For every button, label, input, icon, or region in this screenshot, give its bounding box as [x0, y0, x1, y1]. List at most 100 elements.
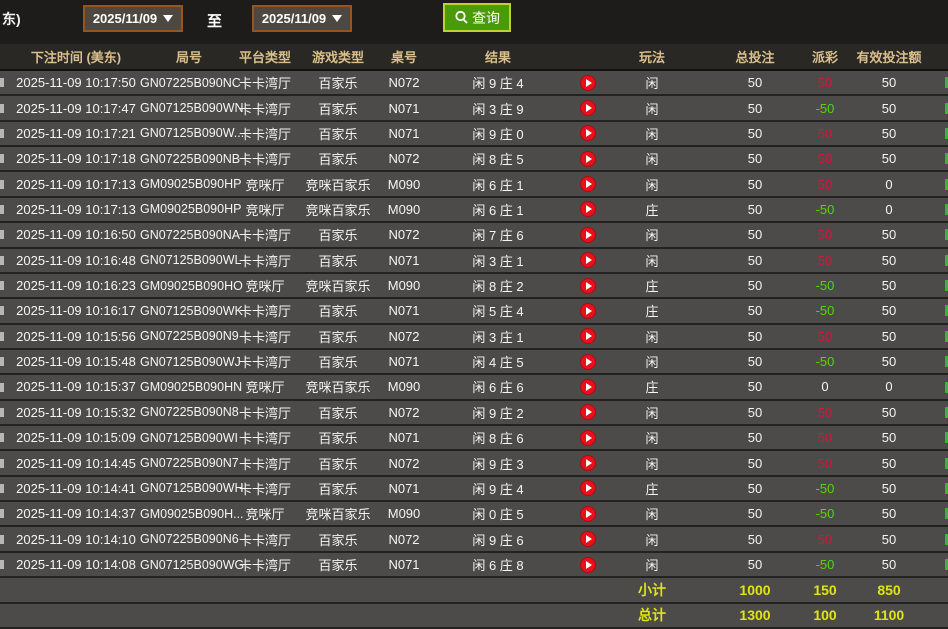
- cell-platform: 卡卡湾厅: [238, 431, 291, 447]
- table-row: 2025-11-09 10:17:47 GN07125B090WN 卡卡湾厅 百…: [0, 96, 948, 122]
- cell-total-bet: 50: [747, 328, 763, 344]
- table-row: 2025-11-09 10:17:50 GN07225B090NC 卡卡湾厅 百…: [0, 70, 948, 97]
- cell-platform: 竞咪厅: [245, 279, 285, 295]
- play-video-icon[interactable]: [580, 429, 596, 446]
- right-edge-link-fragment[interactable]: [938, 527, 948, 552]
- header-play-type: 玩法: [638, 50, 665, 65]
- total-label: 总计: [638, 607, 666, 624]
- play-video-icon[interactable]: [580, 505, 596, 522]
- play-video-icon[interactable]: [580, 277, 596, 294]
- cell-payout: 50: [817, 176, 833, 192]
- left-edge-fragment: [0, 248, 12, 273]
- query-button-label: 查询: [472, 9, 500, 26]
- play-video-icon[interactable]: [580, 531, 596, 548]
- right-edge-link-fragment[interactable]: [938, 273, 948, 298]
- left-edge-fragment: [0, 70, 12, 95]
- left-edge-fragment: [0, 222, 12, 247]
- table-row: 2025-11-09 10:17:21 GN07125B090W... 卡卡湾厅…: [0, 121, 948, 148]
- left-edge-fragment: [0, 96, 12, 121]
- play-video-icon[interactable]: [580, 252, 596, 269]
- play-video-icon[interactable]: [580, 302, 596, 319]
- date-from-picker[interactable]: 2025/11/09: [83, 5, 183, 32]
- right-edge-link-fragment[interactable]: [938, 70, 948, 95]
- right-edge-link-fragment[interactable]: [938, 501, 948, 526]
- cell-game-type: 百家乐: [318, 126, 358, 142]
- cell-result: 闲 0 庄 5: [472, 507, 524, 523]
- right-edge-link-fragment[interactable]: [938, 451, 948, 476]
- play-video-icon[interactable]: [580, 150, 596, 167]
- cell-round-id: GN07125B090WL: [140, 253, 242, 268]
- cell-result: 闲 6 庄 1: [472, 177, 524, 193]
- cell-payout: 0: [821, 379, 829, 395]
- cell-platform: 卡卡湾厅: [238, 76, 291, 92]
- right-edge-link-fragment[interactable]: [938, 146, 948, 171]
- cell-valid-bet: 50: [881, 151, 897, 167]
- cell-play-type: 闲: [645, 177, 659, 193]
- right-edge-link-fragment[interactable]: [938, 222, 948, 247]
- right-edge-link-fragment[interactable]: [938, 121, 948, 146]
- play-video-icon[interactable]: [580, 556, 596, 573]
- play-video-icon[interactable]: [580, 74, 596, 91]
- right-edge-link-fragment[interactable]: [938, 375, 948, 400]
- table-row: 2025-11-09 10:15:37 GM09025B090HN 竞咪厅 竞咪…: [0, 375, 948, 401]
- cell-table-no: N071: [388, 354, 420, 370]
- cell-payout: 50: [817, 455, 833, 471]
- table-row: 2025-11-09 10:14:45 GN07225B090N7 卡卡湾厅 百…: [0, 451, 948, 477]
- cell-play-type: 闲: [645, 76, 659, 92]
- right-edge-link-fragment[interactable]: [938, 400, 948, 425]
- cell-total-bet: 50: [747, 151, 763, 167]
- table-row: 2025-11-09 10:17:13 GM09025B090HP 竞咪厅 竞咪…: [0, 172, 948, 198]
- right-edge-link-fragment[interactable]: [938, 476, 948, 501]
- play-video-icon[interactable]: [580, 353, 596, 370]
- left-edge-fragment: [0, 552, 12, 577]
- play-video-icon[interactable]: [580, 480, 596, 497]
- cell-game-type: 百家乐: [318, 228, 358, 244]
- play-video-icon[interactable]: [580, 176, 596, 193]
- play-video-icon[interactable]: [580, 100, 596, 117]
- cell-platform: 竞咪厅: [245, 202, 285, 218]
- cell-table-no: N072: [388, 404, 420, 420]
- cell-total-bet: 50: [747, 227, 763, 243]
- right-edge-link-fragment[interactable]: [938, 552, 948, 577]
- right-edge-link-fragment[interactable]: [938, 172, 948, 197]
- play-video-icon[interactable]: [580, 125, 596, 142]
- cell-total-bet: 50: [747, 100, 763, 116]
- right-edge-link-fragment[interactable]: [938, 197, 948, 222]
- query-button[interactable]: 查询: [443, 3, 511, 32]
- play-video-icon[interactable]: [580, 328, 596, 345]
- date-to-picker[interactable]: 2025/11/09: [252, 5, 352, 32]
- cell-bet-time: 2025-11-09 10:16:48: [16, 252, 136, 268]
- left-edge-fragment: [0, 375, 12, 400]
- cutoff-label: 东): [2, 11, 21, 27]
- header-game-type: 游戏类型: [311, 50, 364, 65]
- cell-result: 闲 9 庄 6: [472, 532, 524, 548]
- cell-round-id: GN07125B090WH: [140, 481, 244, 496]
- cell-game-type: 竞咪百家乐: [305, 380, 371, 396]
- cell-round-id: GN07125B090WN: [140, 101, 244, 116]
- cell-bet-time: 2025-11-09 10:15:09: [16, 430, 136, 446]
- play-video-icon[interactable]: [580, 226, 596, 243]
- cell-round-id: GN07125B090WG: [140, 557, 245, 572]
- cell-payout: -50: [815, 201, 835, 217]
- cell-total-bet: 50: [747, 354, 763, 370]
- cell-result: 闲 9 庄 0: [472, 126, 524, 142]
- right-edge-link-fragment[interactable]: [938, 349, 948, 374]
- cell-result: 闲 3 庄 1: [472, 253, 524, 269]
- right-edge-link-fragment[interactable]: [938, 324, 948, 349]
- cell-game-type: 竞咪百家乐: [305, 279, 371, 295]
- right-edge-link-fragment[interactable]: [938, 96, 948, 121]
- play-video-icon[interactable]: [580, 378, 596, 395]
- total-payout: 100: [813, 607, 837, 624]
- play-video-icon[interactable]: [580, 455, 596, 472]
- cell-game-type: 百家乐: [318, 558, 358, 573]
- right-edge-link-fragment[interactable]: [938, 248, 948, 273]
- right-edge-link-fragment[interactable]: [938, 425, 948, 450]
- cell-bet-time: 2025-11-09 10:16:50: [16, 227, 136, 243]
- right-edge-link-fragment[interactable]: [938, 298, 948, 323]
- cell-total-bet: 50: [747, 303, 763, 319]
- cell-payout: -50: [815, 557, 835, 572]
- play-video-icon[interactable]: [580, 404, 596, 421]
- cell-valid-bet: 50: [881, 531, 897, 547]
- cell-table-no: M090: [387, 278, 421, 294]
- play-video-icon[interactable]: [580, 201, 596, 218]
